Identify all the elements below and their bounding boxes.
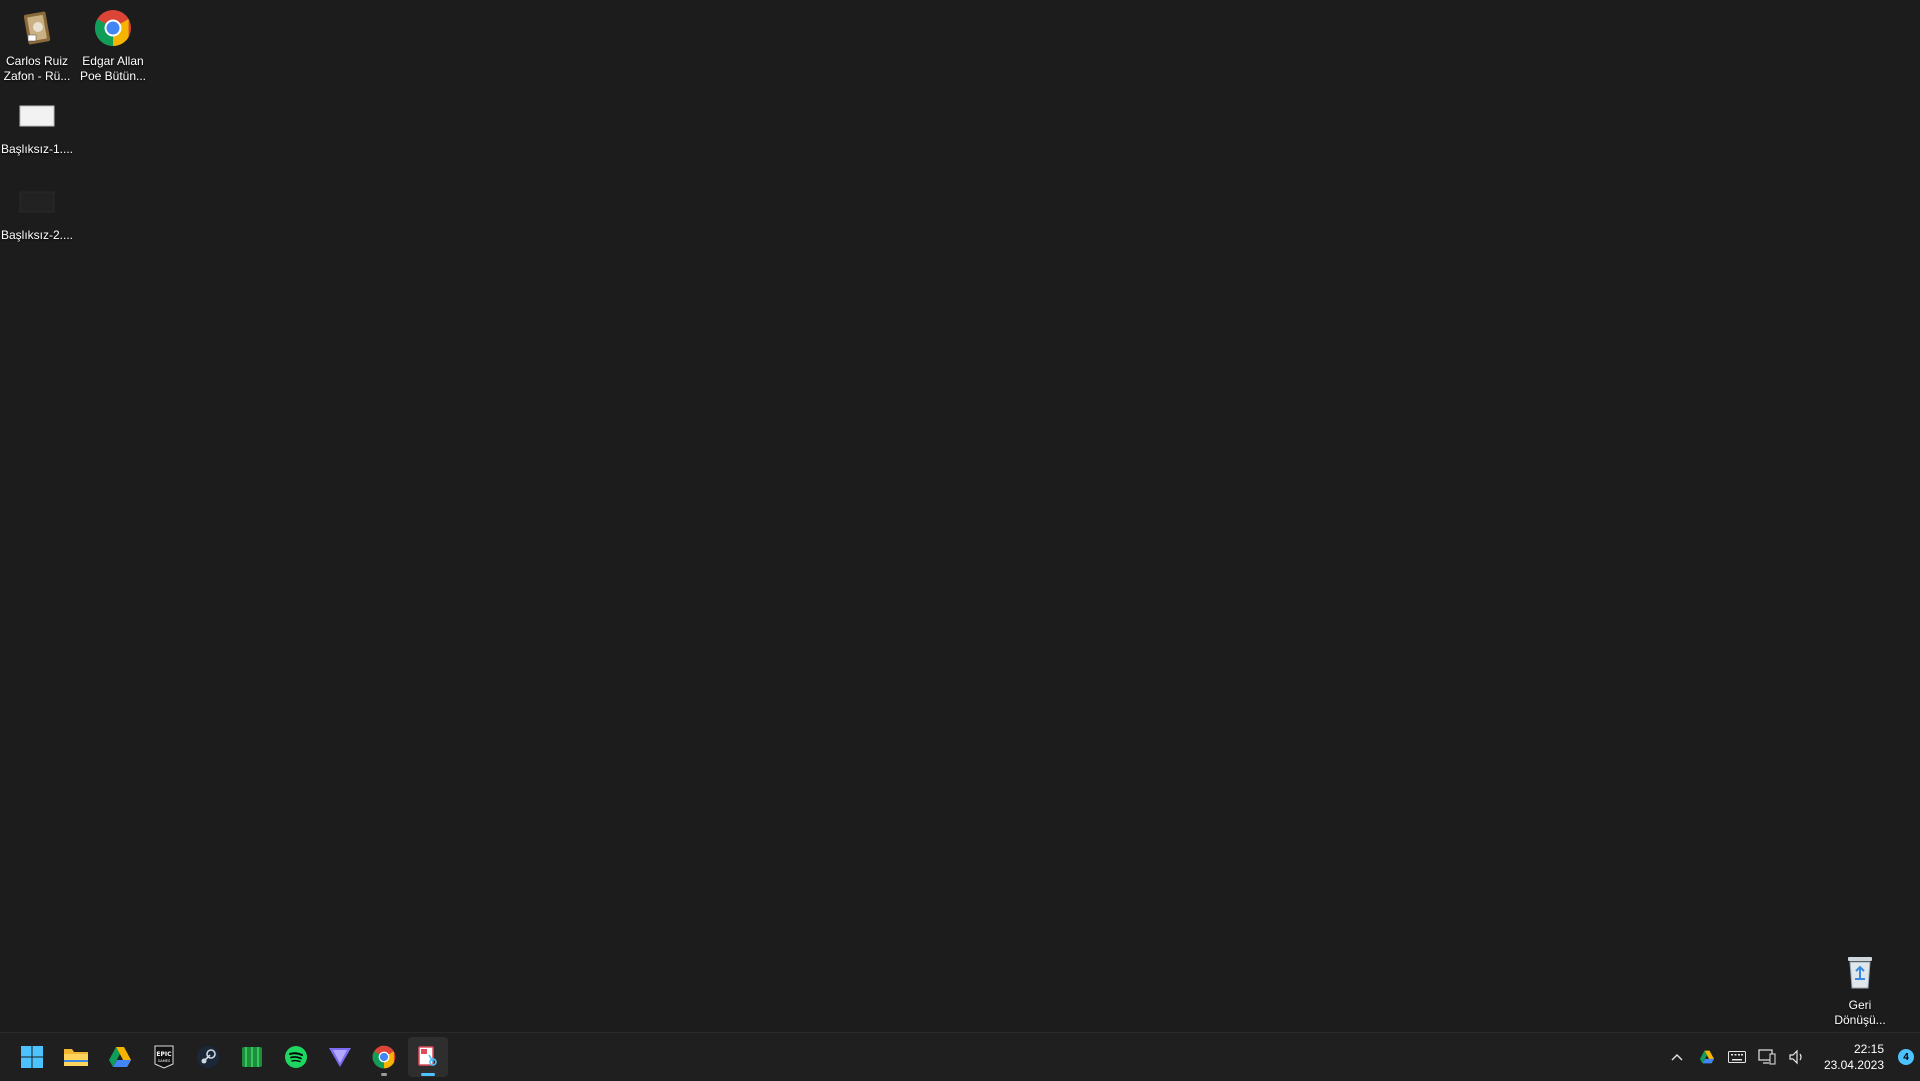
google-drive-icon xyxy=(109,1047,131,1067)
notification-badge: 4 xyxy=(1898,1049,1914,1065)
taskbar: EPIC GAMES 22:15 23.04.2023 4 xyxy=(0,1032,1920,1080)
folder-icon xyxy=(64,1049,88,1066)
desktop-icon-carlos-ruiz-zafon[interactable]: Carlos Ruiz Zafon - Rü... xyxy=(0,4,75,84)
network-icon[interactable] xyxy=(1752,1037,1782,1077)
desktop-icon-label: Geri Dönüşü... xyxy=(1834,998,1886,1027)
epic-games-icon: EPIC GAMES xyxy=(154,1045,174,1069)
taskbar-snipping-tool[interactable] xyxy=(408,1037,448,1077)
taskbar-google-drive[interactable] xyxy=(100,1037,140,1077)
clock-date: 23.04.2023 xyxy=(1823,1058,1884,1072)
steam-icon xyxy=(197,1046,219,1068)
taskbar-epic-games[interactable]: EPIC GAMES xyxy=(144,1037,184,1077)
chrome-icon xyxy=(89,4,137,52)
running-indicator xyxy=(381,1073,387,1076)
snipping-tool-icon xyxy=(418,1046,437,1066)
desktop-icon-label: Başlıksız-2.... xyxy=(0,228,74,242)
chevron-up-icon[interactable] xyxy=(1662,1037,1692,1077)
taskbar-file-explorer[interactable] xyxy=(56,1037,96,1077)
svg-text:GAMES: GAMES xyxy=(158,1059,171,1063)
image-file-icon xyxy=(13,178,61,226)
desktop-icon-label: Edgar Allan Poe Bütün... xyxy=(79,54,147,83)
clock-time: 22:15 xyxy=(1853,1042,1884,1056)
desktop-icon-recycle-bin[interactable]: Geri Dönüşü... xyxy=(1822,948,1898,1028)
taskbar-chrome[interactable] xyxy=(364,1037,404,1077)
google-drive-icon[interactable] xyxy=(1692,1037,1722,1077)
image-file-icon xyxy=(13,92,61,140)
vpn-icon xyxy=(329,1048,351,1067)
taskbar-green-app[interactable] xyxy=(232,1037,272,1077)
chrome-icon xyxy=(372,1045,396,1069)
desktop-icon-basliksiz-1[interactable]: Başlıksız-1.... xyxy=(0,92,75,157)
green-app-icon xyxy=(242,1047,262,1067)
book-shortcut-icon xyxy=(13,4,61,52)
desktop-icon-label: Carlos Ruiz Zafon - Rü... xyxy=(3,54,71,83)
notification-center-button[interactable]: 4 xyxy=(1892,1037,1920,1077)
desktop-icon-basliksiz-2[interactable]: Başlıksız-2.... xyxy=(0,178,75,243)
desktop-icon-edgar-allan-poe[interactable]: Edgar Allan Poe Bütün... xyxy=(75,4,151,84)
spotify-icon xyxy=(285,1046,307,1068)
clock[interactable]: 22:15 23.04.2023 xyxy=(1812,1037,1892,1077)
svg-text:EPIC: EPIC xyxy=(156,1051,172,1058)
start-button[interactable] xyxy=(12,1037,52,1077)
volume-icon[interactable] xyxy=(1782,1037,1812,1077)
keyboard-icon[interactable] xyxy=(1722,1037,1752,1077)
system-tray: 22:15 23.04.2023 4 xyxy=(1662,1033,1920,1081)
recycle-bin-icon xyxy=(1836,948,1884,996)
taskbar-apps: EPIC GAMES xyxy=(12,1033,448,1081)
taskbar-spotify[interactable] xyxy=(276,1037,316,1077)
desktop-icon-label: Başlıksız-1.... xyxy=(0,142,74,156)
desktop: Carlos Ruiz Zafon - Rü... Edgar Allan Po… xyxy=(0,0,1920,1032)
active-indicator xyxy=(421,1073,435,1076)
taskbar-steam[interactable] xyxy=(188,1037,228,1077)
windows-start-icon xyxy=(21,1046,43,1068)
taskbar-vpn[interactable] xyxy=(320,1037,360,1077)
